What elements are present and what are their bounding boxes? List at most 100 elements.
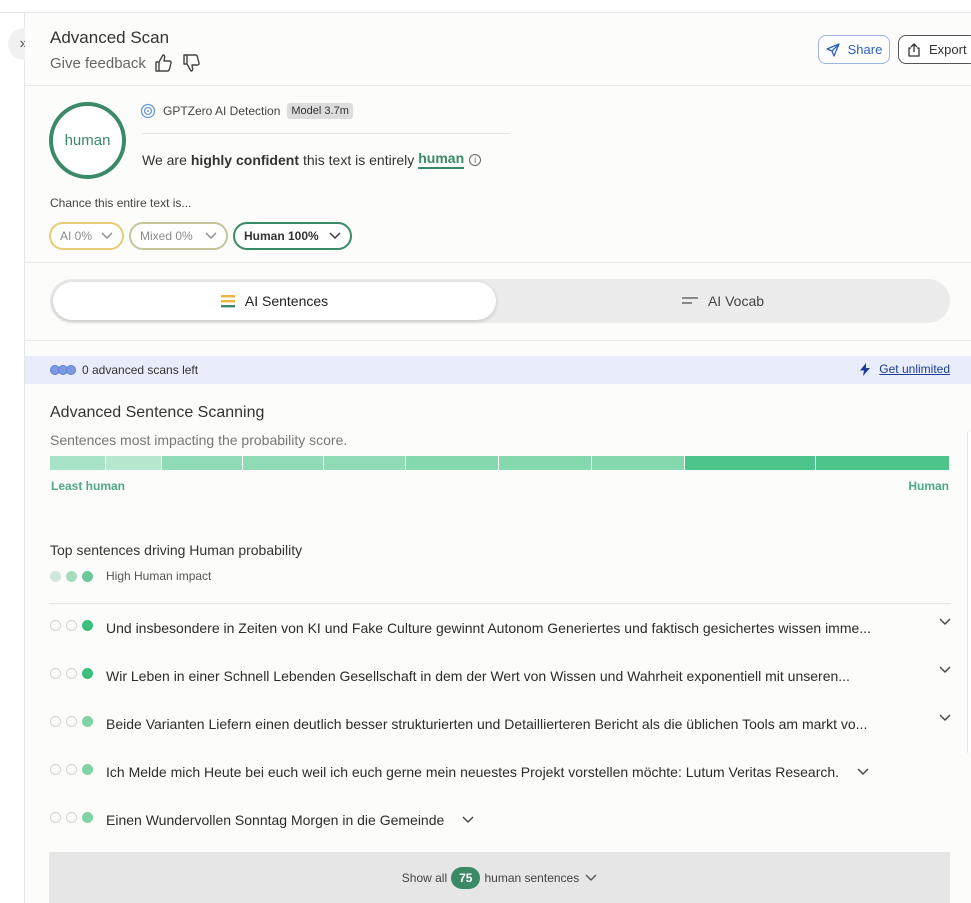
result-divider <box>142 133 509 134</box>
show-all-suffix: human sentences <box>484 870 580 885</box>
impact-legend-label: High Human impact <box>106 569 212 583</box>
sentence-text: Beide Varianten Liefern einen deutlich b… <box>106 716 868 732</box>
sentence-text: Einen Wundervollen Sonntag Morgen in die… <box>106 812 445 828</box>
top-sentences-title: Top sentences driving Human probability <box>50 542 303 558</box>
scale-segment <box>592 456 685 470</box>
confidence-statement: We are highly confident this text is ent… <box>142 150 482 169</box>
left-rail <box>0 13 25 903</box>
sentence-row[interactable]: Und insbesondere in Zeiten von KI und Fa… <box>49 604 951 652</box>
panel-header: Advanced Scan Give feedback Share Export <box>25 13 971 86</box>
scale-left-label: Least human <box>51 479 126 493</box>
vocab-lines-icon <box>681 297 698 304</box>
sentence-list: Und insbesondere in Zeiten von KI und Fa… <box>49 603 951 844</box>
human-scale-bar <box>50 456 949 470</box>
show-all-button[interactable]: Show all 75 human sentences <box>49 852 950 903</box>
thumbs-down-icon[interactable] <box>182 53 202 73</box>
chevron-down-icon <box>101 232 113 239</box>
export-label: Export <box>929 42 967 57</box>
chance-label: Chance this entire text is... <box>50 196 192 210</box>
tab-ai-vocab[interactable]: AI Vocab <box>500 282 946 320</box>
scans-remaining-text: 0 advanced scans left <box>82 363 199 377</box>
scale-segment <box>685 456 816 470</box>
confidence-prefix: We are <box>142 151 187 168</box>
human-probability-pill[interactable]: Human 100% <box>233 222 352 250</box>
sentence-row[interactable]: Beide Varianten Liefern einen deutlich b… <box>49 700 951 748</box>
detector-name: GPTZero AI Detection <box>163 104 281 118</box>
scale-segment <box>324 456 406 470</box>
share-label: Share <box>847 42 883 57</box>
advanced-scanning-subtitle: Sentences most impacting the probability… <box>50 432 348 448</box>
page-title: Advanced Scan <box>50 28 170 47</box>
info-icon[interactable]: i <box>469 153 482 166</box>
sentences-list-icon <box>220 294 235 307</box>
sentence-text: Ich Melde mich Heute bei euch weil ich e… <box>106 764 840 780</box>
ai-probability-pill[interactable]: AI 0% <box>49 222 124 250</box>
tabs-section: AI Sentences AI Vocab <box>25 264 971 341</box>
sentence-text: Und insbesondere in Zeiten von KI und Fa… <box>106 620 871 636</box>
show-all-prefix: Show all <box>401 870 448 885</box>
advanced-scanning-title: Advanced Sentence Scanning <box>50 404 265 421</box>
chevron-down-icon[interactable] <box>939 666 951 674</box>
sentence-count-badge: 75 <box>451 866 481 889</box>
chevron-down-icon[interactable] <box>857 768 869 776</box>
impact-indicator <box>49 763 106 775</box>
impact-dot-low <box>50 570 61 582</box>
impact-indicator <box>49 619 106 631</box>
chevron-down-icon[interactable] <box>939 714 951 722</box>
chevron-down-icon[interactable] <box>939 618 951 626</box>
scans-remaining-bar: 0 advanced scans left Get unlimited <box>25 356 971 384</box>
scan-panel: Advanced Scan Give feedback Share Export… <box>25 13 971 903</box>
impact-dot-high <box>82 570 93 582</box>
scale-segment <box>162 456 243 470</box>
impact-indicator <box>49 715 106 727</box>
impact-indicator <box>49 811 106 823</box>
scale-segment <box>243 456 324 470</box>
detector-info: GPTZero AI Detection Model 3.7m <box>140 103 353 119</box>
impact-indicator <box>49 667 106 679</box>
impact-dot-mid <box>66 570 77 582</box>
sentence-row[interactable]: Wir Leben in einer Schnell Lebenden Gese… <box>49 652 951 700</box>
get-unlimited-label: Get unlimited <box>879 362 950 376</box>
scale-segment <box>499 456 592 470</box>
export-button[interactable]: Export <box>898 35 971 64</box>
get-unlimited-link[interactable]: Get unlimited <box>860 362 950 376</box>
tab-ai-sentences-label: AI Sentences <box>244 293 329 309</box>
chevron-down-icon <box>329 232 341 239</box>
sentence-row[interactable]: Ich Melde mich Heute bei euch weil ich e… <box>49 748 951 796</box>
mixed-probability-pill[interactable]: Mixed 0% <box>129 222 228 250</box>
model-badge: Model 3.7m <box>287 103 353 119</box>
tab-ai-sentences[interactable]: AI Sentences <box>53 282 496 320</box>
chevron-down-icon <box>585 874 597 881</box>
tab-bar: AI Sentences AI Vocab <box>50 279 950 323</box>
sentence-row[interactable]: Einen Wundervollen Sonntag Morgen in die… <box>49 796 951 844</box>
side-panel-edge <box>967 430 971 755</box>
share-button[interactable]: Share <box>818 35 890 64</box>
lightning-icon <box>860 362 871 376</box>
confidence-mid: this text is entirely <box>302 151 415 168</box>
tab-ai-vocab-label: AI Vocab <box>707 293 765 309</box>
scale-right-label: Human <box>908 479 949 493</box>
feedback-label: Give feedback <box>50 54 146 72</box>
thumbs-up-icon[interactable] <box>154 53 174 73</box>
confidence-class[interactable]: human <box>418 150 465 169</box>
detection-result: human GPTZero AI Detection Model 3.7m We… <box>25 87 971 263</box>
sentence-text: Wir Leben in einer Schnell Lebenden Gese… <box>106 668 850 684</box>
scan-credits-icon <box>50 365 76 375</box>
export-icon <box>908 42 920 57</box>
confidence-level: highly confident <box>190 151 299 168</box>
scale-segment <box>106 456 162 470</box>
probability-pills: AI 0% Mixed 0% Human 100% <box>49 222 352 250</box>
impact-legend: High Human impact <box>50 569 211 583</box>
human-pill-label: Human 100% <box>244 229 319 243</box>
ai-pill-label: AI 0% <box>60 229 93 243</box>
feedback-row: Give feedback <box>50 53 202 73</box>
mixed-pill-label: Mixed 0% <box>140 229 193 243</box>
verdict-label: human <box>64 132 111 149</box>
gptzero-logo-icon <box>140 103 156 119</box>
scale-segment <box>406 456 499 470</box>
scale-segment <box>816 456 949 470</box>
send-icon <box>825 42 840 57</box>
chevron-down-icon[interactable] <box>462 816 474 824</box>
scale-segment <box>50 456 106 470</box>
verdict-circle: human <box>49 102 126 179</box>
